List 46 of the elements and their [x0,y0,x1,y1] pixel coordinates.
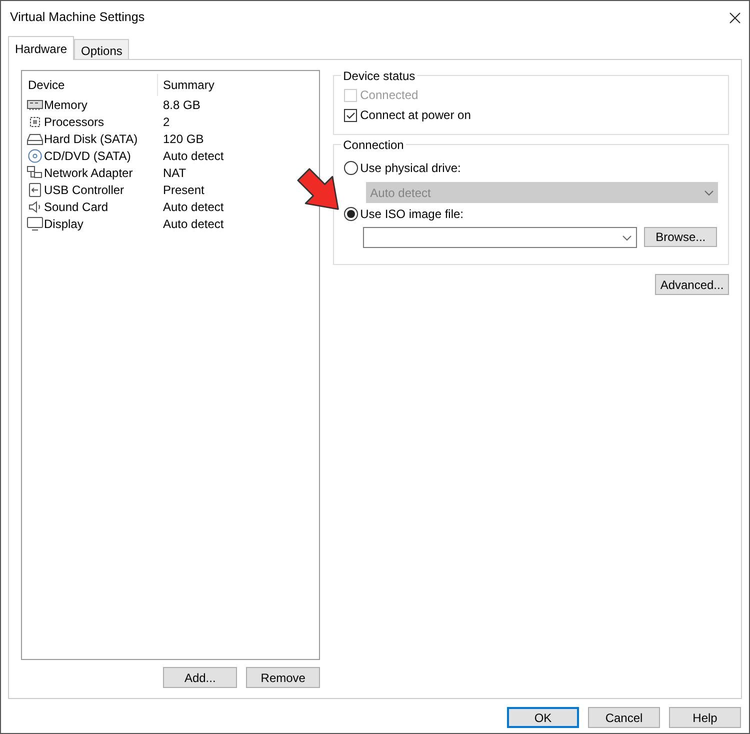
device-summary: Present [163,182,204,198]
pointer-arrow-icon [296,167,342,213]
browse-button[interactable]: Browse... [644,227,718,247]
close-icon[interactable] [729,12,741,24]
window-title: Virtual Machine Settings [10,9,145,26]
checkbox-label: Connected [360,87,418,104]
remove-button[interactable]: Remove [246,667,320,688]
device-summary: Auto detect [163,216,224,232]
dialog-button[interactable]: Cancel [588,707,660,728]
monitor-icon [27,216,43,230]
processor-icon [27,114,43,128]
memory-chip-icon [27,98,43,112]
column-header[interactable]: Summary [158,76,214,94]
device-summary: NAT [163,164,186,182]
device-summary: 8.8 GB [163,96,200,114]
speaker-icon [27,200,43,214]
device-name[interactable]: Memory [44,96,88,114]
tab[interactable]: Options [74,39,130,59]
device-name[interactable]: Network Adapter [44,164,133,182]
checkbox[interactable] [344,108,358,122]
device-summary: Auto detect [163,198,224,216]
chevron-down-icon [622,234,632,240]
add-button[interactable]: Add... [163,667,238,688]
dialog-button[interactable]: OK [507,707,579,728]
iso-path-field[interactable] [363,227,638,248]
device-summary: Auto detect [163,148,224,164]
dialog-button[interactable]: Help [669,707,741,728]
advanced-button[interactable]: Advanced... [655,274,729,295]
disc-icon [27,148,43,162]
device-name[interactable]: Processors [44,112,104,130]
chevron-down-icon [704,190,714,196]
device-name[interactable]: Sound Card [44,198,108,216]
column-header[interactable]: Device [27,74,158,96]
checkbox-label: Connect at power on [360,107,471,124]
tab[interactable]: Hardware [8,36,74,60]
radio-label: Use physical drive: [360,160,461,177]
device-name[interactable]: Hard Disk (SATA) [44,130,138,148]
usb-icon [27,182,43,196]
network-computers-icon [27,166,43,180]
device-name[interactable]: CD/DVD (SATA) [44,146,131,164]
device-name[interactable]: Display [44,214,84,232]
device-summary: 2 [163,114,170,130]
radio-button[interactable] [344,207,358,221]
device-name[interactable]: USB Controller [44,180,124,198]
device-summary: 120 GB [163,130,204,148]
radio-label: Use ISO image file: [360,206,464,223]
